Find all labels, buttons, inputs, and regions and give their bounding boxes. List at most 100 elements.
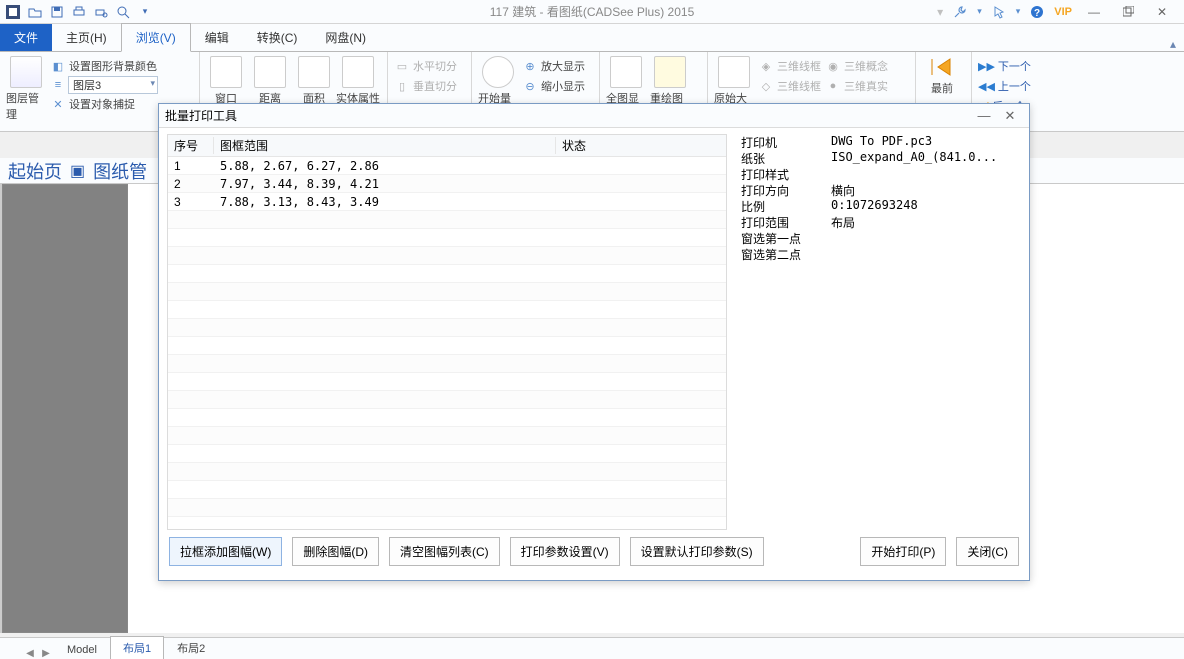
tab-browse[interactable]: 浏览(V) <box>121 23 191 52</box>
hsplit-label: 水平切分 <box>413 58 457 74</box>
set-capture-button[interactable]: ✕设置对象捕捉 <box>50 94 158 114</box>
frame-list[interactable]: 序号 图框范围 状态 15.88, 2.67, 6.27, 2.86 27.97… <box>167 134 727 530</box>
zoom-out-button[interactable]: ⊖缩小显示 <box>522 76 585 96</box>
drawing-viewport[interactable] <box>2 184 128 633</box>
tab-file[interactable]: 文件 <box>0 24 52 51</box>
tab-start-page[interactable]: 起始页 <box>8 158 62 184</box>
zoom-in-icon: ⊕ <box>522 58 538 74</box>
next-button[interactable]: ▶▶下一个 <box>978 56 1178 76</box>
start-print-button[interactable]: 开始打印(P) <box>860 537 946 566</box>
batch-print-dialog: 批量打印工具 — ✕ 序号 图框范围 状态 15.88, 2.67, 6.27,… <box>158 103 1030 581</box>
zoom-in-button[interactable]: ⊕放大显示 <box>522 56 585 76</box>
maximize-button[interactable] <box>1116 4 1140 20</box>
distance-button[interactable]: 距离 <box>250 56 290 106</box>
list-row-empty <box>168 301 726 319</box>
delete-frame-button[interactable]: 删除图幅(D) <box>292 537 379 566</box>
list-row-empty <box>168 427 726 445</box>
list-rows: 15.88, 2.67, 6.27, 2.86 27.97, 3.44, 8.3… <box>168 157 726 530</box>
default-param-button[interactable]: 设置默认打印参数(S) <box>630 537 764 566</box>
wireframe2-icon: ◇ <box>758 78 774 94</box>
vsplit-label: 垂直切分 <box>413 78 457 94</box>
cursor-dropdown-icon[interactable]: ▾ <box>1016 6 1021 17</box>
help-icon[interactable]: ? <box>1030 5 1044 19</box>
3d-wireframe-label: 三维线框 <box>777 78 821 94</box>
set-bg-color-label: 设置图形背景颜色 <box>69 58 157 74</box>
clear-list-button[interactable]: 清空图幅列表(C) <box>389 537 500 566</box>
first-icon <box>928 56 956 78</box>
dialog-close-button[interactable]: ✕ <box>997 108 1023 124</box>
tab-model[interactable]: Model <box>54 640 110 659</box>
print-properties: 打印机DWG To PDF.pc3 纸张ISO_expand_A0_(841.0… <box>727 134 1021 530</box>
drawings-tab-icon: ▣ <box>70 161 85 181</box>
tab-home[interactable]: 主页(H) <box>52 24 121 51</box>
list-row-empty <box>168 265 726 283</box>
set-bg-color-button[interactable]: ◧设置图形背景颜色 <box>50 56 158 76</box>
list-row[interactable]: 37.88, 3.13, 8.43, 3.49 <box>168 193 726 211</box>
prop-win2-key: 窗选第二点 <box>741 246 831 262</box>
qat-dropdown-icon[interactable]: ▾ <box>136 3 154 21</box>
layout-tabs: ◀ ▶ Model 布局1 布局2 <box>0 637 1184 659</box>
tab-layout2[interactable]: 布局2 <box>164 636 218 659</box>
zoom-out-label: 缩小显示 <box>541 78 585 94</box>
layer-manage-button[interactable]: 图层管理 <box>6 56 46 122</box>
dialog-titlebar[interactable]: 批量打印工具 — ✕ <box>159 104 1029 128</box>
area-button[interactable]: 面积 <box>294 56 334 106</box>
col-seq[interactable]: 序号 <box>168 137 214 154</box>
prev-label: 上一个 <box>998 78 1031 94</box>
cursor-icon[interactable] <box>992 5 1006 19</box>
layer-combo[interactable]: 图层3 <box>68 76 158 94</box>
app-titlebar: ▾ 117 建筑 - 看图纸(CADSee Plus) 2015 ▾ ▾ ▾ ?… <box>0 0 1184 24</box>
dialog-minimize-button[interactable]: — <box>971 108 997 123</box>
list-row-empty <box>168 337 726 355</box>
list-row[interactable]: 27.97, 3.44, 8.39, 4.21 <box>168 175 726 193</box>
row-seq: 3 <box>168 195 214 209</box>
concept-icon: ◉ <box>825 58 841 74</box>
tab-layout1[interactable]: 布局1 <box>110 636 164 659</box>
style-dropdown-icon[interactable]: ▾ <box>937 5 943 19</box>
wire-icon: ◈ <box>758 58 774 74</box>
close-button[interactable]: ✕ <box>1150 4 1174 20</box>
save-icon[interactable] <box>48 3 66 21</box>
entity-props-button[interactable]: 实体属性 <box>338 56 378 106</box>
search-icon[interactable] <box>114 3 132 21</box>
list-header: 序号 图框范围 状态 <box>168 135 726 157</box>
prev-button[interactable]: ◀◀上一个 <box>978 76 1178 96</box>
collapse-ribbon-icon[interactable]: ▴ <box>1170 37 1176 51</box>
vsplit-button: ▯垂直切分 <box>394 76 465 96</box>
list-row-empty <box>168 463 726 481</box>
add-frame-button[interactable]: 拉框添加图幅(W) <box>169 537 282 566</box>
zoom-out-icon: ⊖ <box>522 78 538 94</box>
print-preview-icon[interactable] <box>92 3 110 21</box>
prop-range-key: 打印范围 <box>741 214 831 230</box>
tab-edit[interactable]: 编辑 <box>191 24 243 51</box>
wrench-dropdown-icon[interactable]: ▾ <box>977 6 982 17</box>
first-button[interactable]: 最前 <box>922 56 962 96</box>
close-dialog-button[interactable]: 关闭(C) <box>956 537 1019 566</box>
prop-range-val: 布局 <box>831 214 1013 230</box>
tab-drawings[interactable]: 图纸管 <box>93 158 147 184</box>
open-icon[interactable] <box>26 3 44 21</box>
window-button[interactable]: 窗口 <box>206 56 246 106</box>
layer-combo-icon: ≡ <box>50 77 66 93</box>
col-status[interactable]: 状态 <box>556 137 726 154</box>
prop-scale-val: 0:1072693248 <box>831 198 1013 214</box>
list-row-empty <box>168 319 726 337</box>
zoom-in-label: 放大显示 <box>541 58 585 74</box>
print-icon[interactable] <box>70 3 88 21</box>
palette-icon: ◧ <box>50 58 66 74</box>
capture-icon: ✕ <box>50 96 66 112</box>
quick-access-toolbar: ▾ <box>0 3 154 21</box>
3d-real-label: 三维真实 <box>844 78 888 94</box>
minimize-button[interactable]: — <box>1082 4 1106 20</box>
tab-scroll-left[interactable]: ◀ <box>22 648 38 659</box>
list-row[interactable]: 15.88, 2.67, 6.27, 2.86 <box>168 157 726 175</box>
list-row-empty <box>168 445 726 463</box>
col-frame[interactable]: 图框范围 <box>214 137 556 154</box>
tab-convert[interactable]: 转换(C) <box>243 24 312 51</box>
tab-cloud[interactable]: 网盘(N) <box>311 24 380 51</box>
prop-paper-key: 纸张 <box>741 150 831 166</box>
param-set-button[interactable]: 打印参数设置(V) <box>510 537 620 566</box>
tab-scroll-right[interactable]: ▶ <box>38 648 54 659</box>
vip-badge[interactable]: VIP <box>1054 6 1072 18</box>
wrench-icon[interactable] <box>953 5 967 19</box>
